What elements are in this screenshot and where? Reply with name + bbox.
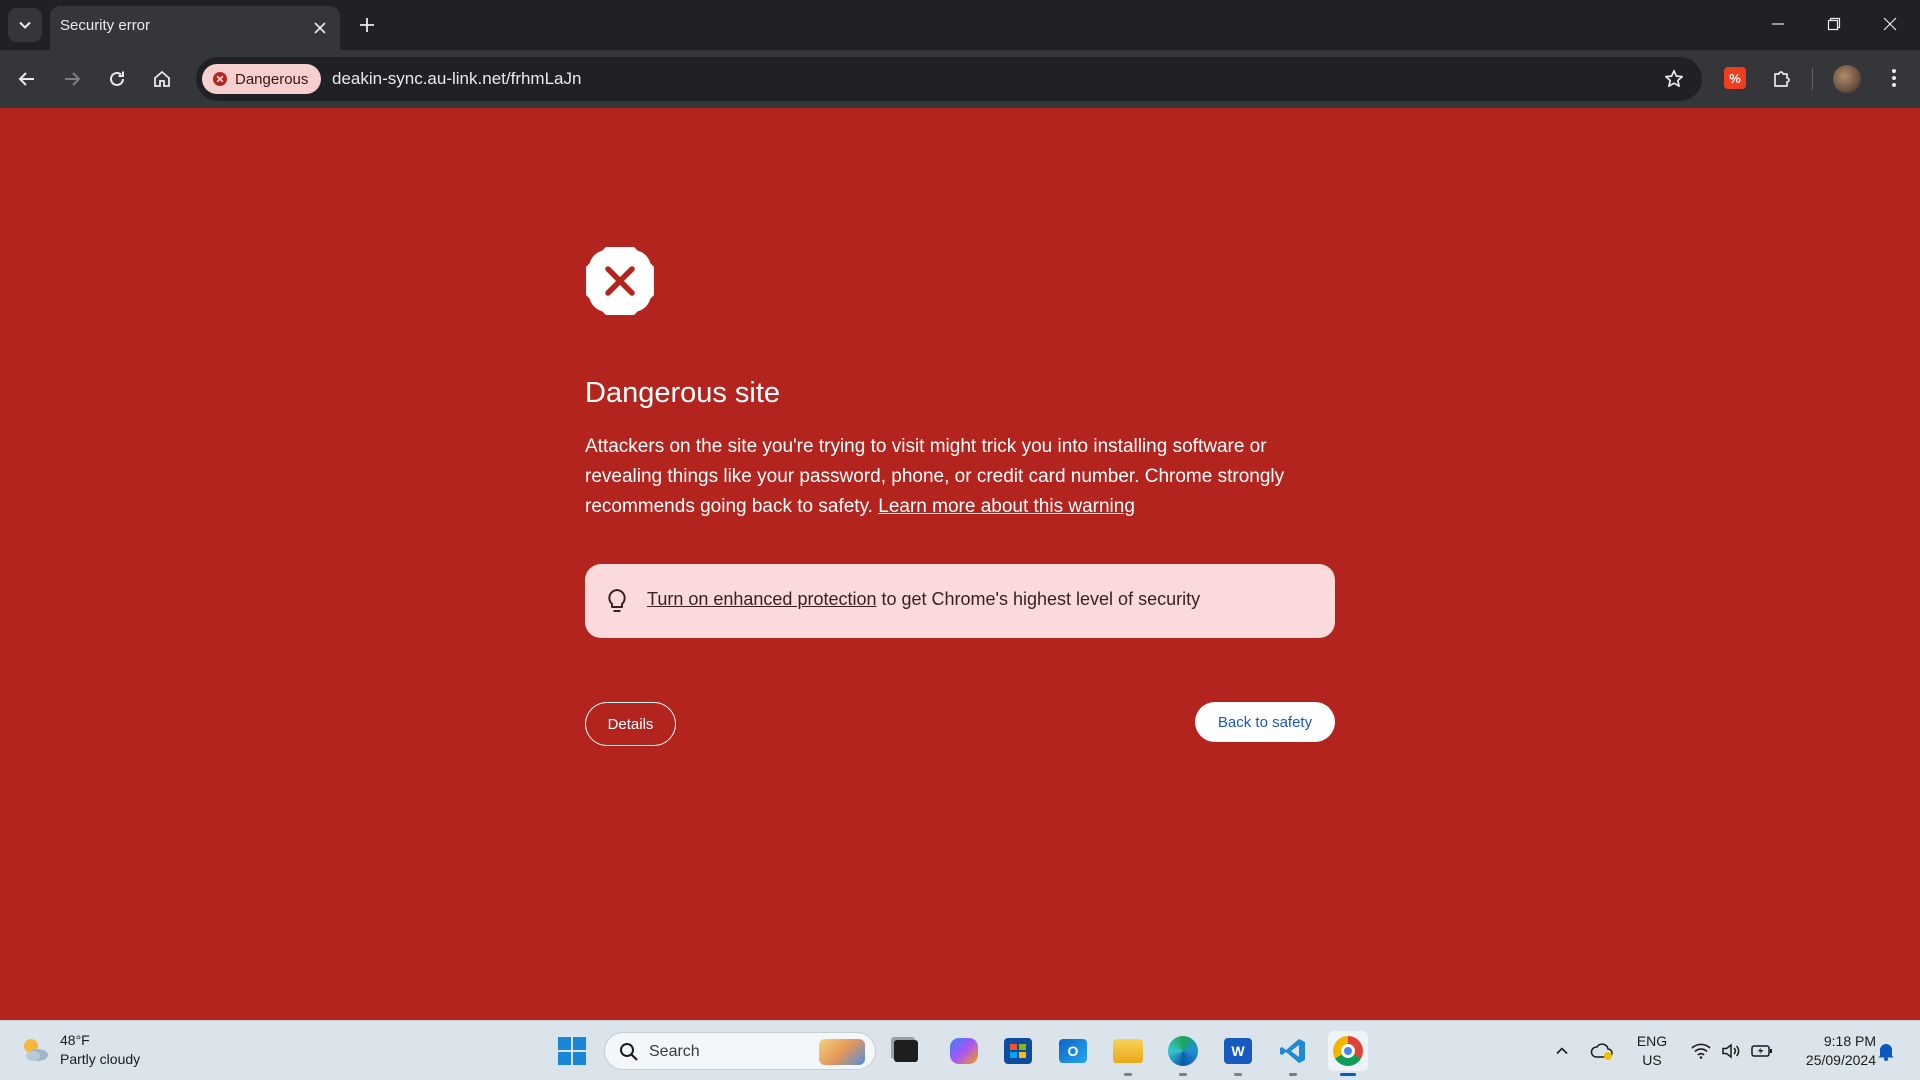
chrome-menu-button[interactable] bbox=[1880, 64, 1908, 92]
tab-strip: Security error bbox=[0, 0, 1920, 50]
home-icon bbox=[154, 70, 170, 87]
details-button[interactable]: Details bbox=[585, 702, 676, 746]
bookmark-button[interactable] bbox=[1662, 67, 1686, 91]
enhanced-protection-link[interactable]: Turn on enhanced protection bbox=[647, 589, 877, 609]
back-icon bbox=[18, 72, 34, 86]
close-window-button[interactable] bbox=[1862, 0, 1918, 48]
new-tab-button[interactable] bbox=[352, 10, 382, 40]
notifications-button[interactable] bbox=[1874, 1031, 1898, 1071]
extension-icon[interactable]: % bbox=[1724, 67, 1746, 89]
enhanced-protection-text: Turn on enhanced protection to get Chrom… bbox=[647, 589, 1200, 610]
home-button[interactable] bbox=[145, 62, 179, 96]
search-highlight-image bbox=[819, 1039, 865, 1065]
star-icon bbox=[1664, 69, 1684, 88]
clock[interactable]: 9:18 PM 25/09/2024 bbox=[1780, 1032, 1876, 1070]
security-chip-label: Dangerous bbox=[235, 70, 309, 88]
extensions-button[interactable] bbox=[1768, 64, 1796, 92]
lightbulb-icon bbox=[608, 589, 626, 612]
minimize-button[interactable] bbox=[1750, 0, 1806, 48]
plus-icon bbox=[360, 18, 374, 32]
close-icon bbox=[1883, 17, 1897, 31]
reload-button[interactable] bbox=[100, 62, 134, 96]
start-button[interactable] bbox=[552, 1031, 592, 1071]
address-bar[interactable]: Dangerous deakin-sync.au-link.net/frhmLa… bbox=[196, 57, 1702, 101]
battery-icon bbox=[1751, 1045, 1772, 1057]
taskbar: 48°F Partly cloudy Search O W ENG US 9:1… bbox=[0, 1020, 1920, 1080]
tab-search-button[interactable] bbox=[8, 8, 42, 42]
learn-more-link[interactable]: Learn more about this warning bbox=[878, 496, 1135, 517]
warning-description: Attackers on the site you're trying to v… bbox=[585, 432, 1335, 522]
taskbar-chrome[interactable] bbox=[1328, 1031, 1368, 1076]
taskbar-task-view[interactable] bbox=[886, 1031, 926, 1071]
tab-title: Security error bbox=[60, 17, 151, 34]
taskbar-word[interactable]: W bbox=[1218, 1031, 1258, 1076]
show-hidden-icons[interactable] bbox=[1550, 1031, 1574, 1071]
url-text[interactable]: deakin-sync.au-link.net/frhmLaJn bbox=[332, 69, 581, 89]
back-to-safety-button[interactable]: Back to safety bbox=[1195, 702, 1335, 742]
interstitial-content: Dangerous site Attackers on the site you… bbox=[585, 246, 1335, 746]
reload-icon bbox=[110, 71, 124, 86]
keyboard-layout: US bbox=[1642, 1052, 1662, 1068]
cloud-warning-icon bbox=[1590, 1043, 1613, 1060]
browser-toolbar: Dangerous deakin-sync.au-link.net/frhmLa… bbox=[0, 50, 1920, 108]
stop-x-icon bbox=[586, 247, 654, 315]
forward-icon bbox=[65, 72, 81, 86]
back-button[interactable] bbox=[10, 62, 44, 96]
enhanced-protection-suffix: to get Chrome's highest level of securit… bbox=[876, 589, 1201, 609]
puzzle-icon bbox=[1774, 71, 1790, 87]
profile-avatar[interactable] bbox=[1833, 65, 1861, 93]
minimize-icon bbox=[1772, 23, 1784, 25]
forward-button[interactable] bbox=[55, 62, 89, 96]
taskbar-edge[interactable] bbox=[1163, 1031, 1203, 1076]
language-code: ENG bbox=[1636, 1033, 1668, 1049]
quick-settings[interactable] bbox=[1684, 1031, 1780, 1071]
taskbar-search[interactable]: Search bbox=[604, 1032, 876, 1070]
taskbar-vscode[interactable] bbox=[1273, 1031, 1313, 1076]
restore-button[interactable] bbox=[1806, 0, 1862, 48]
toolbar-separator bbox=[1812, 68, 1813, 90]
search-icon bbox=[620, 1043, 638, 1061]
dangerous-icon bbox=[213, 72, 227, 86]
language-indicator[interactable]: ENG US bbox=[1632, 1032, 1672, 1070]
menu-icon bbox=[1892, 69, 1896, 87]
taskbar-copilot[interactable] bbox=[944, 1031, 984, 1071]
active-tab[interactable]: Security error bbox=[50, 6, 340, 50]
page-title: Dangerous site bbox=[585, 377, 781, 409]
clock-time: 9:18 PM bbox=[1823, 1033, 1876, 1049]
taskbar-outlook[interactable]: O bbox=[1053, 1031, 1093, 1071]
weather-text: 48°F Partly cloudy bbox=[60, 1031, 140, 1069]
weather-icon bbox=[24, 1039, 48, 1061]
weather-temperature: 48°F bbox=[60, 1032, 90, 1048]
taskbar-file-explorer[interactable] bbox=[1108, 1031, 1148, 1076]
close-icon bbox=[314, 22, 326, 34]
security-chip[interactable]: Dangerous bbox=[202, 64, 322, 94]
wifi-icon bbox=[1691, 1043, 1711, 1059]
tab-search-icon bbox=[19, 21, 31, 29]
clock-date: 25/09/2024 bbox=[1805, 1052, 1876, 1068]
windows-icon bbox=[558, 1037, 586, 1065]
volume-icon bbox=[1722, 1043, 1740, 1059]
taskbar-store[interactable] bbox=[998, 1031, 1038, 1071]
weather-description: Partly cloudy bbox=[60, 1051, 141, 1067]
enhanced-protection-banner: Turn on enhanced protection to get Chrom… bbox=[585, 564, 1335, 638]
chevron-up-icon bbox=[1556, 1047, 1568, 1055]
tab-close-button[interactable] bbox=[310, 18, 330, 38]
search-placeholder: Search bbox=[649, 1043, 700, 1060]
restore-icon bbox=[1827, 17, 1841, 31]
onedrive-status[interactable] bbox=[1588, 1031, 1616, 1071]
weather-widget[interactable]: 48°F Partly cloudy bbox=[20, 1031, 140, 1069]
bell-icon bbox=[1878, 1044, 1894, 1061]
